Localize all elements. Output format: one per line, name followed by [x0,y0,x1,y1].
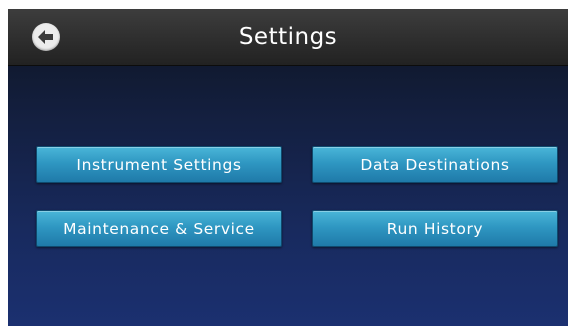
data-destinations-button[interactable]: Data Destinations [312,146,558,183]
header-bar: Settings [8,9,568,66]
instrument-settings-button[interactable]: Instrument Settings [36,146,282,183]
maintenance-service-button[interactable]: Maintenance & Service [36,210,282,247]
settings-screen: Settings Instrument Settings Data Destin… [8,9,568,326]
page-title: Settings [238,24,338,50]
back-arrow-icon [38,30,53,44]
run-history-button[interactable]: Run History [312,210,558,247]
back-button[interactable] [32,23,60,51]
